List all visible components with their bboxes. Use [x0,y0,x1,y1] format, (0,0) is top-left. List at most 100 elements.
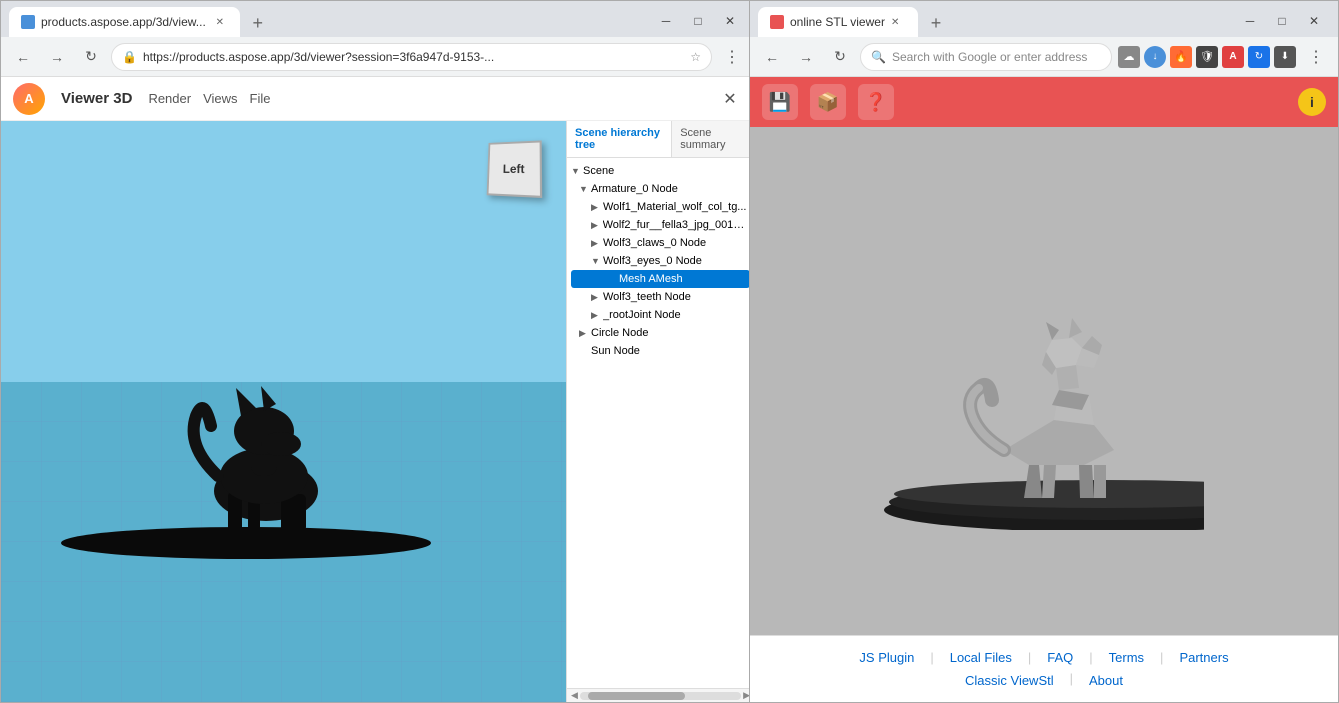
info-icon: i [1310,94,1314,110]
tree-item-scene[interactable]: ▼ Scene [567,162,754,180]
right-new-tab-button[interactable]: + [922,9,950,37]
footer-link-partners[interactable]: Partners [1171,648,1236,667]
ext-btn-4[interactable]: 🛡 [1196,46,1218,68]
viewer-close-button[interactable]: ✕ [718,87,742,111]
ext-btn-1[interactable]: ☁ [1118,46,1140,68]
right-active-tab[interactable]: online STL viewer ✕ [758,7,918,37]
scene-hierarchy-panel: Scene hierarchy tree Scene summary ▼ Sce… [566,121,754,702]
app-logo: A [13,83,45,115]
footer-row-2: Classic ViewStl | About [766,671,1322,690]
ext-btn-6[interactable]: ↻ [1248,46,1270,68]
right-browser-window: online STL viewer ✕ + ─ □ ✕ ← → ↻ 🔍 Sear… [749,0,1339,703]
navigation-cube[interactable]: Left [486,141,546,201]
tree-arrow-wolf1: ▶ [591,202,603,213]
ext-btn-5[interactable]: A [1222,46,1244,68]
tree-arrow-wolf3eyes: ▼ [591,256,603,266]
refresh-button[interactable]: ↻ [77,43,105,71]
scrollbar-thumb[interactable] [588,692,685,700]
views-menu[interactable]: Views [203,91,237,106]
url-bar[interactable]: 🔒 https://products.aspose.app/3d/viewer?… [111,43,712,71]
tree-item-armature0[interactable]: ▼ Armature_0 Node [567,180,754,198]
url-text: https://products.aspose.app/3d/viewer?se… [143,50,684,64]
right-url-bar[interactable]: 🔍 Search with Google or enter address [860,43,1112,71]
footer-link-terms[interactable]: Terms [1101,648,1152,667]
tree-item-wolf3claws[interactable]: ▶ Wolf3_claws_0 Node [567,234,754,252]
nav-cube-body: Left [487,140,543,198]
scene-tree: ▼ Scene ▼ Armature_0 Node ▶ Wolf1_Materi… [567,158,754,688]
footer-link-js-plugin[interactable]: JS Plugin [851,648,922,667]
nav-cube-label: Left [503,161,525,175]
tree-item-meshamesh[interactable]: Mesh AMesh [571,270,750,288]
tree-arrow-wolf3claws: ▶ [591,238,603,249]
left-browser-window: products.aspose.app/3d/view... ✕ + ─ □ ✕… [0,0,755,703]
wolf-3d-model-right [884,250,1204,535]
tree-label-sun: Sun Node [591,345,640,357]
render-menu[interactable]: Render [148,91,191,106]
scrollbar-track[interactable] [580,692,741,700]
right-browser-menu-button[interactable]: ⋮ [1302,43,1330,71]
tree-item-rootjoint[interactable]: ▶ _rootJoint Node [567,306,754,324]
tree-arrow-wolf2: ▶ [591,220,603,231]
right-footer: JS Plugin | Local Files | FAQ | Terms | … [750,635,1338,702]
scene-summary-tab[interactable]: Scene summary [672,121,754,157]
close-button[interactable]: ✕ [714,9,746,33]
tree-label-wolf3teeth: Wolf3_teeth Node [603,291,691,303]
save-tool-button[interactable]: 💾 [762,84,798,120]
scroll-left-arrow[interactable]: ◀ [569,690,580,701]
footer-link-local-files[interactable]: Local Files [942,648,1020,667]
tree-item-wolf3eyes[interactable]: ▼ Wolf3_eyes_0 Node [567,252,754,270]
tree-label-meshamesh: Mesh AMesh [619,273,683,285]
right-tab-close[interactable]: ✕ [891,17,899,28]
tree-label-wolf3eyes: Wolf3_eyes_0 Node [603,255,702,267]
tab-close-button[interactable]: ✕ [212,14,228,30]
ext-btn-7[interactable]: ⬇ [1274,46,1296,68]
right-viewer-toolbar: 💾 📦 ❓ i [750,77,1338,127]
info-button[interactable]: i [1298,88,1326,116]
right-address-bar: ← → ↻ 🔍 Search with Google or enter addr… [750,37,1338,77]
right-refresh-button[interactable]: ↻ [826,43,854,71]
right-toolbar-extensions: ☁ ↓ 🔥 🛡 A ↻ ⬇ [1118,46,1296,68]
tree-label-armature0: Armature_0 Node [591,183,678,195]
scene-hierarchy-tab[interactable]: Scene hierarchy tree [567,121,672,157]
new-tab-button[interactable]: + [244,9,272,37]
footer-link-about[interactable]: About [1081,671,1131,690]
ext-btn-3[interactable]: 🔥 [1170,46,1192,68]
maximize-button[interactable]: □ [682,9,714,33]
tree-item-wolf3teeth[interactable]: ▶ Wolf3_teeth Node [567,288,754,306]
right-url-placeholder: Search with Google or enter address [892,50,1101,64]
right-maximize-button[interactable]: □ [1266,9,1298,33]
app-title: Viewer 3D [61,90,132,107]
tree-item-wolf2[interactable]: ▶ Wolf2_fur__fella3_jpg_001_0... [567,216,754,234]
tab-favicon [21,15,35,29]
left-active-tab[interactable]: products.aspose.app/3d/view... ✕ [9,7,240,37]
scene-scrollbar[interactable]: ◀ ▶ [567,688,754,702]
right-minimize-button[interactable]: ─ [1234,9,1266,33]
wolf-svg [176,336,356,546]
minimize-button[interactable]: ─ [650,9,682,33]
box-tool-button[interactable]: 📦 [810,84,846,120]
right-close-button[interactable]: ✕ [1298,9,1330,33]
right-viewport-3d[interactable] [750,127,1338,635]
tree-item-wolf1[interactable]: ▶ Wolf1_Material_wolf_col_tg... [567,198,754,216]
tree-label-wolf3claws: Wolf3_claws_0 Node [603,237,706,249]
right-back-button[interactable]: ← [758,43,786,71]
wolf-3d-model-left [176,336,356,551]
footer-link-classic-viewstl[interactable]: Classic ViewStl [957,671,1062,690]
back-button[interactable]: ← [9,43,37,71]
right-window-controls: ─ □ ✕ [1234,9,1338,37]
right-tab-bar: online STL viewer ✕ + ─ □ ✕ [750,1,1338,37]
left-tab-bar: products.aspose.app/3d/view... ✕ + ─ □ ✕ [1,1,754,37]
tree-label-scene: Scene [583,165,614,177]
viewport-3d[interactable]: Left [1,121,566,702]
ext-btn-2[interactable]: ↓ [1144,46,1166,68]
tree-label-circle: Circle Node [591,327,648,339]
browser-menu-button[interactable]: ⋮ [718,43,746,71]
forward-button[interactable]: → [43,43,71,71]
tree-item-circle[interactable]: ▶ Circle Node [567,324,754,342]
footer-link-faq[interactable]: FAQ [1039,648,1081,667]
help-tool-button[interactable]: ❓ [858,84,894,120]
right-tab-title: online STL viewer [790,15,885,29]
tree-item-sun[interactable]: Sun Node [567,342,754,360]
right-forward-button[interactable]: → [792,43,820,71]
file-menu[interactable]: File [250,91,271,106]
